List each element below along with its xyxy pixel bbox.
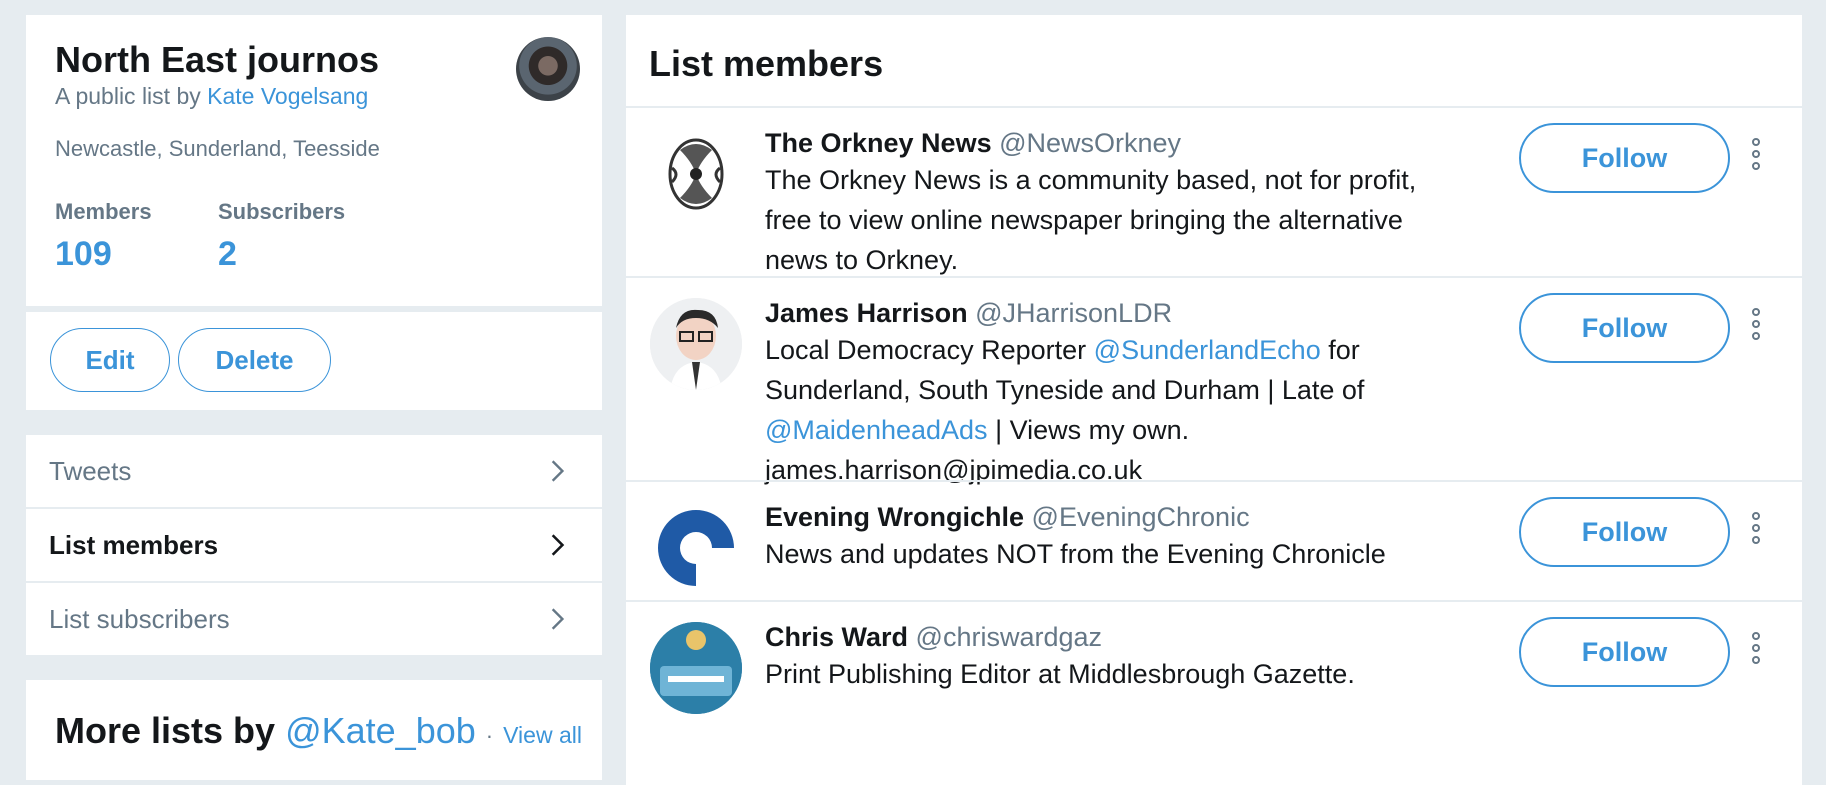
nav-item-label: Tweets <box>49 455 132 486</box>
member-header: Chris Ward @chriswardgaz <box>765 622 1102 653</box>
member-handle[interactable]: @JHarrisonLDR <box>975 298 1172 328</box>
chevron-right-icon <box>551 608 565 630</box>
member-avatar[interactable] <box>650 128 742 220</box>
member-handle[interactable]: @chriswardgaz <box>916 622 1102 652</box>
member-header: Evening Wrongichle @EveningChronic <box>765 502 1250 533</box>
more-lists-label: More lists by <box>55 710 276 751</box>
member-row[interactable]: James Harrison @JHarrisonLDR Local Democ… <box>626 278 1802 485</box>
person-photo-icon <box>650 298 742 390</box>
member-name[interactable]: The Orkney News <box>765 128 992 158</box>
chevron-right-icon <box>551 460 565 482</box>
member-bio: Print Publishing Editor at Middlesbrough… <box>765 659 1355 689</box>
member-header: James Harrison @JHarrisonLDR <box>765 298 1172 329</box>
nav-item-label: List subscribers <box>49 603 230 634</box>
chronicle-logo-icon <box>650 502 742 594</box>
nav-item-list-members[interactable]: List members <box>26 509 602 581</box>
nav-item-label: List members <box>49 529 219 560</box>
subscribers-count: 2 <box>218 235 237 273</box>
separator-dot: · <box>485 723 494 748</box>
list-title: North East journos <box>55 39 380 80</box>
list-nav: Tweets List members List subscribers <box>26 435 602 655</box>
nav-item-list-subscribers[interactable]: List subscribers <box>26 583 602 655</box>
members-count: 109 <box>55 235 112 273</box>
view-all-link[interactable]: View all <box>503 722 582 748</box>
celtic-emblem-icon <box>668 138 724 210</box>
member-handle[interactable]: @EveningChronic <box>1032 502 1250 532</box>
member-name[interactable]: James Harrison <box>765 298 968 328</box>
member-row[interactable]: Evening Wrongichle @EveningChronic News … <box>626 482 1802 600</box>
list-description: Newcastle, Sunderland, Teesside <box>55 136 380 161</box>
member-name[interactable]: Chris Ward <box>765 622 908 652</box>
chevron-right-icon <box>551 534 565 556</box>
member-row[interactable]: The Orkney News @NewsOrkney The Orkney N… <box>626 108 1802 276</box>
list-members-title: List members <box>649 43 884 84</box>
edit-button[interactable]: Edit <box>50 328 170 392</box>
members-label: Members <box>55 199 152 224</box>
subscribers-stat[interactable]: Subscribers 2 <box>218 199 345 274</box>
member-avatar[interactable] <box>650 622 742 714</box>
member-bio: Local Democracy Reporter @SunderlandEcho… <box>765 330 1425 490</box>
more-lists-handle[interactable]: @Kate_bob <box>285 710 476 751</box>
byline-prefix: A public list by <box>55 83 201 109</box>
more-options-icon[interactable] <box>1746 512 1766 552</box>
members-stat[interactable]: Members 109 <box>55 199 152 274</box>
list-owner-link[interactable]: Kate Vogelsang <box>207 83 368 109</box>
bio-mention-link[interactable]: @MaidenheadAds <box>765 415 988 445</box>
bio-text: Local Democracy Reporter <box>765 335 1087 365</box>
member-bio: News and updates NOT from the Evening Ch… <box>765 539 1386 569</box>
follow-button[interactable]: Follow <box>1519 293 1730 363</box>
gazette-logo-icon <box>650 622 742 714</box>
member-name[interactable]: Evening Wrongichle <box>765 502 1024 532</box>
subscribers-label: Subscribers <box>218 199 346 224</box>
more-lists-title: More lists by @Kate_bob · View all <box>55 710 582 752</box>
member-bio: The Orkney News is a community based, no… <box>765 165 1417 275</box>
more-options-icon[interactable] <box>1746 138 1766 178</box>
more-options-icon[interactable] <box>1746 308 1766 348</box>
more-lists-card: More lists by @Kate_bob · View all <box>26 680 602 780</box>
follow-button[interactable]: Follow <box>1519 123 1730 193</box>
member-avatar[interactable] <box>650 502 742 594</box>
owner-avatar[interactable] <box>516 37 580 101</box>
follow-button[interactable]: Follow <box>1519 497 1730 567</box>
member-handle[interactable]: @NewsOrkney <box>999 128 1181 158</box>
list-actions-card: Edit Delete <box>26 312 602 410</box>
list-info-card: North East journos A public list by Kate… <box>26 15 602 306</box>
member-row[interactable]: Chris Ward @chriswardgaz Print Publishin… <box>626 602 1802 782</box>
bio-mention-link[interactable]: @SunderlandEcho <box>1094 335 1321 365</box>
member-header: The Orkney News @NewsOrkney <box>765 128 1181 159</box>
list-members-panel: List members The Orkney News @NewsOrkney… <box>626 15 1802 785</box>
more-options-icon[interactable] <box>1746 632 1766 672</box>
nav-item-tweets[interactable]: Tweets <box>26 435 602 507</box>
delete-button[interactable]: Delete <box>178 328 331 392</box>
follow-button[interactable]: Follow <box>1519 617 1730 687</box>
member-avatar[interactable] <box>650 298 742 390</box>
list-byline: A public list by Kate Vogelsang <box>55 83 368 110</box>
